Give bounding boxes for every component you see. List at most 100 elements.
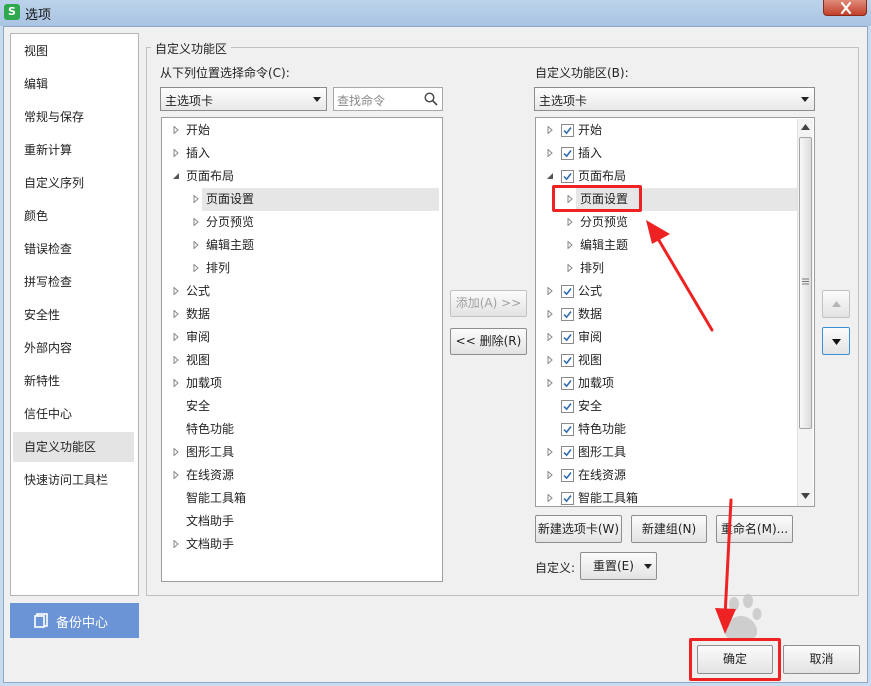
collapsed-icon[interactable]	[172, 379, 180, 387]
nav-item[interactable]: 视图	[13, 36, 134, 66]
nav-item[interactable]: 自定义序列	[13, 168, 134, 198]
tab-checkbox[interactable]	[561, 147, 574, 160]
command-tree-item[interactable]: 公式	[162, 280, 442, 303]
collapsed-icon[interactable]	[172, 126, 180, 134]
tab-checkbox[interactable]	[561, 400, 574, 413]
reset-dropdown-button[interactable]: 重置(E)	[580, 552, 657, 580]
collapsed-icon[interactable]	[172, 540, 180, 548]
command-tree-item[interactable]: 插入	[162, 142, 442, 165]
expanded-icon[interactable]	[172, 172, 180, 180]
collapsed-icon[interactable]	[546, 287, 554, 295]
command-tree-item[interactable]: 加载项	[162, 372, 442, 395]
tab-checkbox[interactable]	[561, 469, 574, 482]
collapsed-icon[interactable]	[192, 195, 200, 203]
backup-center-button[interactable]: 备份中心	[10, 603, 139, 638]
nav-item[interactable]: 自定义功能区	[13, 432, 134, 462]
nav-item[interactable]: 新特性	[13, 366, 134, 396]
nav-item[interactable]: 拼写检查	[13, 267, 134, 297]
add-button[interactable]: 添加(A) >>	[450, 290, 527, 317]
collapsed-icon[interactable]	[546, 356, 554, 364]
tab-checkbox[interactable]	[561, 354, 574, 367]
nav-item[interactable]: 外部内容	[13, 333, 134, 363]
command-tree-item[interactable]: 文档助手	[162, 533, 442, 556]
collapsed-icon[interactable]	[172, 471, 180, 479]
new-tab-button[interactable]: 新建选项卡(W)	[535, 515, 622, 543]
move-down-button[interactable]	[822, 327, 850, 355]
collapsed-icon[interactable]	[546, 471, 554, 479]
command-tree-item[interactable]: 安全	[162, 395, 442, 418]
scroll-down-icon[interactable]	[801, 493, 810, 499]
collapsed-icon[interactable]	[546, 494, 554, 502]
nav-item[interactable]: 颜色	[13, 201, 134, 231]
command-tree-item[interactable]: 分页预览	[193, 211, 439, 234]
expanded-icon[interactable]	[546, 172, 554, 180]
ribbon-tree-item[interactable]: 特色功能	[536, 418, 814, 441]
collapsed-icon[interactable]	[546, 448, 554, 456]
collapsed-icon[interactable]	[172, 149, 180, 157]
collapsed-icon[interactable]	[172, 310, 180, 318]
command-tree-item[interactable]: 图形工具	[162, 441, 442, 464]
tab-checkbox[interactable]	[561, 331, 574, 344]
close-button[interactable]	[823, 0, 867, 16]
collapsed-icon[interactable]	[172, 333, 180, 341]
tab-checkbox[interactable]	[561, 446, 574, 459]
nav-item[interactable]: 错误检查	[13, 234, 134, 264]
ribbon-tree-item[interactable]: 智能工具箱	[536, 487, 814, 506]
scroll-up-icon[interactable]	[801, 124, 810, 130]
move-up-button[interactable]	[822, 290, 850, 318]
collapsed-icon[interactable]	[546, 333, 554, 341]
command-tree-item[interactable]: 数据	[162, 303, 442, 326]
collapsed-icon[interactable]	[192, 264, 200, 272]
ribbon-tree-item[interactable]: 安全	[536, 395, 814, 418]
ribbon-tree-scrollbar[interactable]	[797, 119, 813, 506]
cancel-button[interactable]: 取消	[783, 645, 860, 674]
tab-checkbox[interactable]	[561, 170, 574, 183]
command-tree-item[interactable]: 智能工具箱	[162, 487, 442, 510]
tab-checkbox[interactable]	[561, 124, 574, 137]
nav-item[interactable]: 重新计算	[13, 135, 134, 165]
tab-checkbox[interactable]	[561, 308, 574, 321]
tab-checkbox[interactable]	[561, 285, 574, 298]
available-commands-list[interactable]: 开始 插入 页面布局 页面设置 分页预览 编辑主题 排列 公式 数据 审阅 视图 加载项 安全 特色功能图…	[161, 117, 443, 582]
command-tree-item[interactable]: 页面设置	[193, 188, 439, 211]
nav-item[interactable]: 安全性	[13, 300, 134, 330]
collapsed-icon[interactable]	[546, 149, 554, 157]
command-tree-item[interactable]: 排列	[193, 257, 439, 280]
tab-checkbox[interactable]	[561, 492, 574, 505]
collapsed-icon[interactable]	[172, 448, 180, 456]
command-tree-item[interactable]: 编辑主题	[193, 234, 439, 257]
ribbon-tree-item[interactable]: 插入	[536, 142, 814, 165]
search-icon[interactable]	[424, 92, 438, 106]
command-tree-item[interactable]: 在线资源	[162, 464, 442, 487]
collapsed-icon[interactable]	[546, 379, 554, 387]
ribbon-tree-item[interactable]: 图形工具	[536, 441, 814, 464]
tab-checkbox[interactable]	[561, 423, 574, 436]
command-tree-item[interactable]: 审阅	[162, 326, 442, 349]
ribbon-tree-item[interactable]: 视图	[536, 349, 814, 372]
collapsed-icon[interactable]	[172, 287, 180, 295]
choose-commands-select[interactable]: 主选项卡	[160, 87, 327, 111]
nav-item[interactable]: 编辑	[13, 69, 134, 99]
collapsed-icon[interactable]	[566, 264, 574, 272]
collapsed-icon[interactable]	[172, 356, 180, 364]
ribbon-tree-item[interactable]: 开始	[536, 119, 814, 142]
collapsed-icon[interactable]	[192, 241, 200, 249]
remove-button[interactable]: << 删除(R)	[450, 328, 527, 355]
nav-item[interactable]: 快速访问工具栏	[13, 465, 134, 495]
command-tree-item[interactable]: 特色功能	[162, 418, 442, 441]
tab-checkbox[interactable]	[561, 377, 574, 390]
collapsed-icon[interactable]	[566, 218, 574, 226]
search-input[interactable]: 查找命令	[333, 87, 443, 111]
command-tree-item[interactable]: 开始	[162, 119, 442, 142]
new-group-button[interactable]: 新建组(N)	[631, 515, 707, 543]
command-tree-item[interactable]: 文档助手	[162, 510, 442, 533]
ribbon-tree-item[interactable]: 在线资源	[536, 464, 814, 487]
scrollbar-thumb[interactable]	[799, 137, 812, 429]
customize-ribbon-select[interactable]: 主选项卡	[534, 87, 815, 111]
collapsed-icon[interactable]	[192, 218, 200, 226]
collapsed-icon[interactable]	[566, 241, 574, 249]
collapsed-icon[interactable]	[546, 126, 554, 134]
command-tree-item[interactable]: 视图	[162, 349, 442, 372]
nav-item[interactable]: 信任中心	[13, 399, 134, 429]
ribbon-tree-item[interactable]: 加载项	[536, 372, 814, 395]
